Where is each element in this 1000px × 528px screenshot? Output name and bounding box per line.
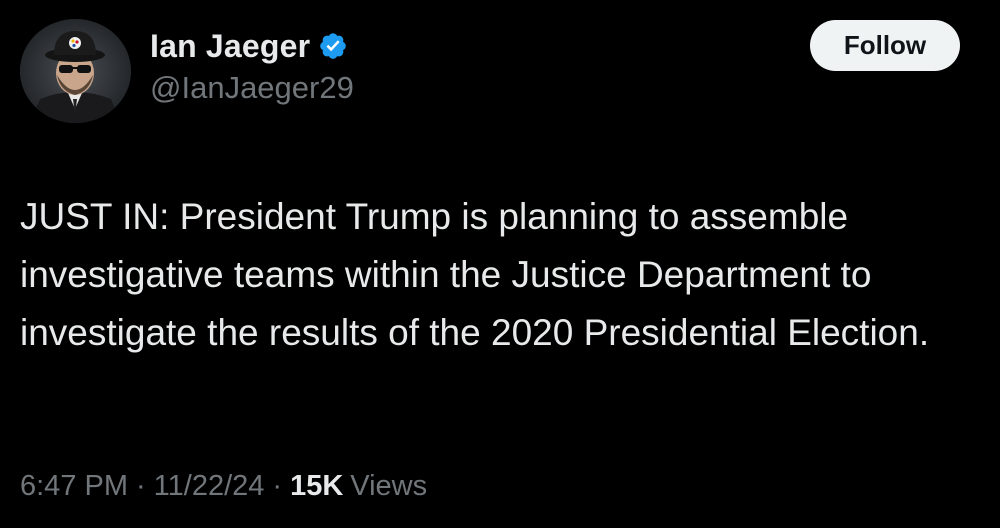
author-block: Ian Jaeger @IanJaeger29 xyxy=(150,24,354,106)
tweet-date[interactable]: 11/22/24 xyxy=(154,470,265,503)
name-row: Ian Jaeger xyxy=(150,24,354,68)
handle[interactable]: @IanJaeger29 xyxy=(150,70,354,106)
views-count[interactable]: 15K xyxy=(290,470,343,503)
avatar[interactable] xyxy=(20,19,131,123)
tweet-time[interactable]: 6:47 PM xyxy=(20,470,128,503)
meta-separator: · xyxy=(272,470,283,502)
follow-button[interactable]: Follow xyxy=(810,20,960,71)
meta-separator: · xyxy=(136,470,146,502)
verified-badge-icon[interactable] xyxy=(318,31,348,61)
tweet-meta: 6:47 PM · 11/22/24 · 15K Views xyxy=(20,470,427,503)
views-label[interactable]: Views xyxy=(350,470,427,503)
display-name[interactable]: Ian Jaeger xyxy=(150,28,310,65)
tweet-card: Ian Jaeger @IanJaeger29 Follow JUST IN: … xyxy=(0,0,1000,528)
avatar-image xyxy=(20,19,131,123)
tweet-text: JUST IN: President Trump is planning to … xyxy=(20,196,930,353)
